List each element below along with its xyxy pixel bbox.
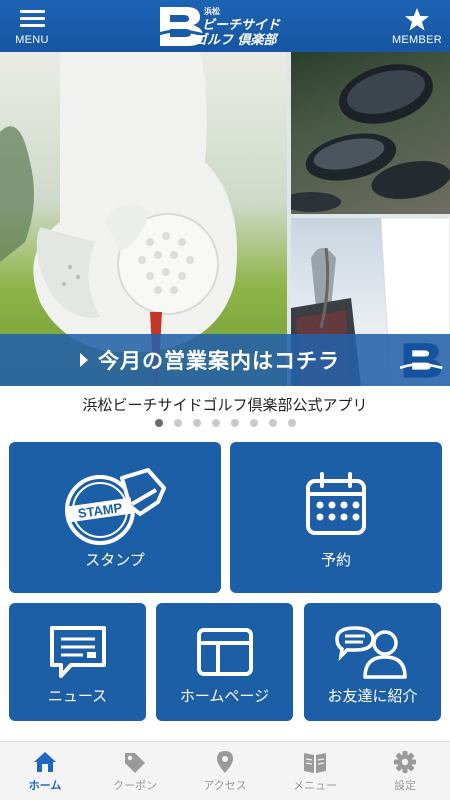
tag-icon <box>125 753 145 773</box>
browser-window-icon <box>197 628 253 676</box>
book-icon <box>304 753 326 773</box>
tab-access-label: アクセス <box>203 779 247 792</box>
star-icon <box>405 7 429 30</box>
gear-icon <box>394 751 416 773</box>
carousel-dots <box>0 419 450 427</box>
monthly-info-text: 今月の営業案内はコチラ <box>98 349 340 373</box>
tab-coupon-label: クーポン <box>113 779 157 792</box>
club-logo-icon <box>400 343 443 378</box>
logo-line2: ゴルフ 倶楽部 <box>194 33 277 48</box>
reserve-label: 予約 <box>320 551 351 569</box>
play-arrow-icon <box>80 353 88 367</box>
calendar-icon <box>306 472 366 535</box>
carousel-dot[interactable] <box>249 419 258 427</box>
invite-label: お友達に紹介 <box>327 687 418 705</box>
carousel-dot[interactable] <box>230 419 239 427</box>
member-button[interactable]: MEMBER <box>386 0 448 52</box>
tab-coupon[interactable]: クーポン <box>90 742 180 800</box>
stamp-label: スタンプ <box>85 551 145 569</box>
tab-home[interactable]: ホーム <box>0 742 90 800</box>
news-label: ニュース <box>47 687 108 705</box>
monthly-info-banner[interactable]: 今月の営業案内はコチラ <box>0 334 450 386</box>
carousel-dot[interactable] <box>173 419 182 427</box>
tab-settings[interactable]: 設定 <box>360 742 450 800</box>
news-tile[interactable]: ニュース <box>9 603 146 721</box>
app-subtitle: 浜松ビーチサイドゴルフ倶楽部公式アプリ <box>82 396 368 414</box>
menu-label: MENU <box>15 34 49 46</box>
golf-clubs-photo <box>281 52 450 214</box>
map-pin-icon <box>217 751 233 773</box>
invite-friends-icon <box>335 626 407 679</box>
invite-tile[interactable]: お友達に紹介 <box>304 603 441 721</box>
reserve-tile[interactable]: 予約 <box>230 442 442 593</box>
news-icon <box>50 626 106 678</box>
bottom-tab-bar: ホーム クーポン アクセス メニュー 設定 <box>0 741 450 800</box>
stamp-icon-text: STAMP <box>77 500 124 521</box>
tab-access[interactable]: アクセス <box>180 742 270 800</box>
carousel-dot[interactable] <box>154 419 163 427</box>
tab-settings-label: 設定 <box>394 779 416 792</box>
carousel-dot[interactable] <box>287 419 296 427</box>
app-logo: 浜松 ビーチサイド ゴルフ 倶楽部 <box>156 5 296 48</box>
hamburger-icon <box>19 6 45 31</box>
tab-home-label: ホーム <box>28 779 62 792</box>
homepage-tile[interactable]: ホームページ <box>156 603 293 721</box>
stamp-icon: STAMP <box>65 468 166 545</box>
carousel-dot[interactable] <box>268 419 277 427</box>
app-header: MENU 浜松 ビーチサイド ゴルフ 倶楽部 MEMBER <box>0 0 450 52</box>
carousel-dot[interactable] <box>192 419 201 427</box>
menu-button[interactable]: MENU <box>4 0 60 52</box>
homepage-label: ホームページ <box>179 687 270 705</box>
stamp-tile[interactable]: STAMP スタンプ <box>9 442 221 593</box>
member-label: MEMBER <box>391 33 443 46</box>
tab-menu[interactable]: メニュー <box>270 742 360 800</box>
home-icon <box>34 752 56 772</box>
carousel-dot[interactable] <box>211 419 220 427</box>
tab-menu-label: メニュー <box>293 779 337 792</box>
hero-banner[interactable]: 今月の営業案内はコチラ <box>0 52 450 386</box>
